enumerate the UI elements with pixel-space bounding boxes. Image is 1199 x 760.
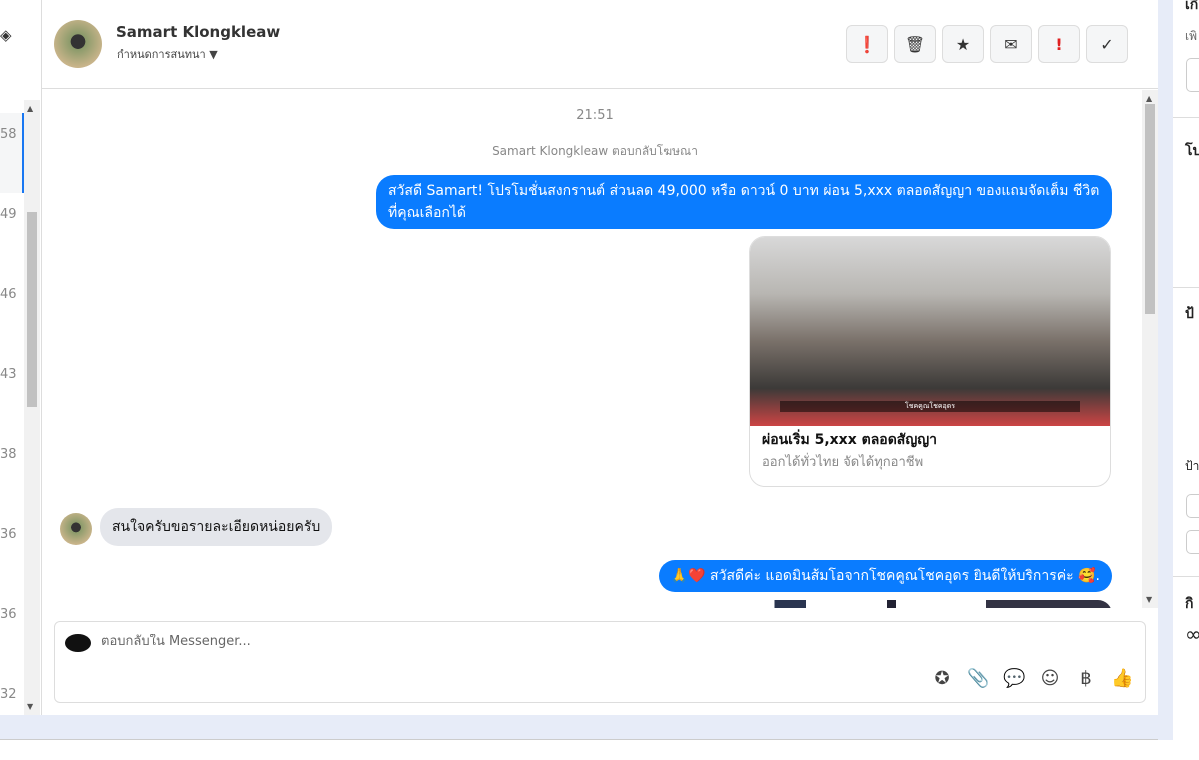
layers-icon[interactable]: ◈ bbox=[0, 26, 12, 44]
assign-label: กำหนดการสนทนา bbox=[117, 48, 206, 61]
count: 58 bbox=[0, 127, 17, 142]
conversation-list-edge: ◈ 58 49 46 43 38 36 36 32 ▲ ▼ bbox=[0, 0, 42, 715]
exclamation-icon: ! bbox=[1055, 34, 1063, 54]
page-avatar bbox=[65, 634, 91, 652]
infinity-icon: ∞ bbox=[1185, 622, 1199, 646]
message-outgoing: สวัสดี Samart! โปรโมชั่นสงกรานต์ ส่วนลด … bbox=[376, 175, 1112, 229]
composer: ✪ 📎 💬 ☺ ฿ 👍 bbox=[54, 621, 1146, 703]
card-title: ผ่อนเริ่ม 5,xxx ตลอดสัญญา bbox=[762, 432, 938, 448]
conversation-panel: Samart Klongkleaw กำหนดการสนทนา ▼ ❗ 🗑 ★ … bbox=[42, 0, 1158, 715]
contact-name[interactable]: Samart Klongkleaw bbox=[116, 23, 280, 41]
section-title: ป้ bbox=[1185, 306, 1194, 322]
star-icon: ★ bbox=[955, 34, 971, 54]
section-title: เกี bbox=[1185, 0, 1199, 13]
emoji-icon[interactable]: ☺ bbox=[1039, 668, 1061, 689]
paperclip-icon[interactable]: 📎 bbox=[967, 668, 989, 689]
message-outgoing: 🙏❤️ สวัสดีค่ะ แอดมินส้มโอจากโชคคูณโชคอุด… bbox=[658, 560, 1112, 592]
scroll-down-icon[interactable]: ▼ bbox=[1146, 595, 1152, 604]
alert-circle-icon: ❗ bbox=[857, 34, 877, 54]
image-caption: โชคคูณโชคอุดร bbox=[780, 401, 1080, 412]
mark-unread-button[interactable]: ✉ bbox=[990, 25, 1032, 63]
image-attachment-partial bbox=[662, 600, 1112, 608]
input-field[interactable] bbox=[1186, 494, 1199, 518]
mail-icon: ✉ bbox=[1004, 34, 1018, 54]
car-image: โชคคูณโชคอุดร bbox=[750, 237, 1110, 426]
star-button[interactable]: ★ bbox=[942, 25, 984, 63]
message-thread: 21:51 Samart Klongkleaw ตอบกลับโฆษณา สวั… bbox=[42, 90, 1142, 608]
scroll-up-icon[interactable]: ▲ bbox=[1146, 94, 1152, 103]
input-field[interactable] bbox=[1186, 58, 1199, 92]
ad-card[interactable]: โชคคูณโชคอุดร ผ่อนเริ่ม 5,xxx ตลอดสัญญา … bbox=[749, 236, 1111, 487]
scroll-down-icon[interactable]: ▼ bbox=[27, 702, 33, 711]
contact-details-panel: เกี เพิ โป ป้ ป้า กิ ∞ bbox=[1158, 0, 1199, 740]
ad-reply-note: Samart Klongkleaw ตอบกลับโฆษณา bbox=[492, 144, 698, 158]
thread-scrollbar[interactable]: ▲ ▼ bbox=[1142, 90, 1158, 608]
count: 32 bbox=[0, 687, 17, 702]
mark-done-button[interactable]: ✓ bbox=[1086, 25, 1128, 63]
caret-down-icon: ▼ bbox=[209, 48, 218, 61]
scroll-thumb[interactable] bbox=[1145, 104, 1155, 314]
delete-button[interactable]: 🗑 bbox=[894, 25, 936, 63]
reply-input[interactable] bbox=[101, 634, 701, 649]
count: 46 bbox=[0, 287, 17, 302]
alert-button[interactable]: ❗ bbox=[846, 25, 888, 63]
count: 49 bbox=[0, 207, 17, 222]
bottom-bar bbox=[0, 715, 1160, 740]
contact-avatar[interactable] bbox=[54, 20, 102, 68]
conversation-header: Samart Klongkleaw กำหนดการสนทนา ▼ ❗ 🗑 ★ … bbox=[42, 0, 1158, 89]
check-icon: ✓ bbox=[1100, 34, 1114, 54]
section-title: กิ bbox=[1185, 596, 1194, 612]
assign-conversation-dropdown[interactable]: กำหนดการสนทนา ▼ bbox=[117, 45, 218, 63]
thumbs-up-icon[interactable]: 👍 bbox=[1111, 668, 1133, 689]
list-scrollbar[interactable]: ▲ ▼ bbox=[24, 100, 40, 715]
baht-icon[interactable]: ฿ bbox=[1075, 668, 1097, 689]
saved-reply-icon[interactable]: ✪ bbox=[931, 668, 953, 689]
count: 38 bbox=[0, 447, 17, 462]
count: 36 bbox=[0, 527, 17, 542]
contact-avatar-small bbox=[60, 513, 92, 545]
scroll-thumb[interactable] bbox=[27, 212, 37, 407]
trash-icon: 🗑 bbox=[904, 34, 926, 54]
section-text: ป้า bbox=[1185, 459, 1199, 473]
section-title: โป bbox=[1185, 143, 1199, 159]
chat-dots-icon[interactable]: 💬 bbox=[1003, 668, 1025, 689]
message-incoming: สนใจครับขอรายละเอียดหน่อยครับ bbox=[100, 508, 333, 546]
input-field[interactable] bbox=[1186, 530, 1199, 554]
selected-conversation[interactable] bbox=[0, 113, 24, 193]
section-text: เพิ bbox=[1185, 29, 1198, 43]
follow-up-button[interactable]: ! bbox=[1038, 25, 1080, 63]
timestamp: 21:51 bbox=[576, 108, 614, 123]
scroll-up-icon[interactable]: ▲ bbox=[27, 104, 33, 113]
card-subtitle: ออกได้ทั่วไทย จัดได้ทุกอาชีพ bbox=[762, 455, 924, 470]
count: 43 bbox=[0, 367, 17, 382]
count: 36 bbox=[0, 607, 17, 622]
